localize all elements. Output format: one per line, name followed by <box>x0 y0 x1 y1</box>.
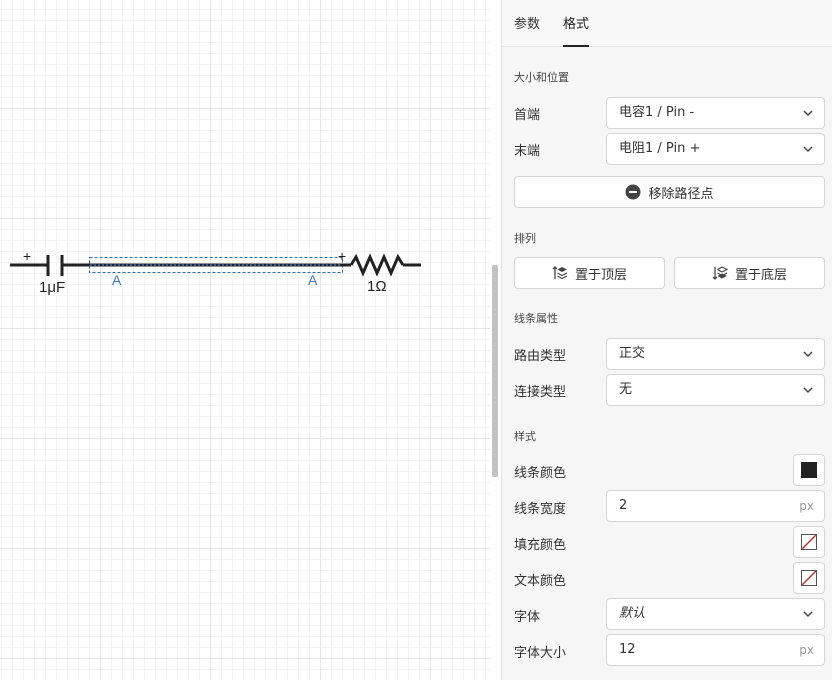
send-to-back-icon <box>712 266 728 280</box>
font-size-label: 字体大小 <box>514 646 567 661</box>
circuit-svg: + 1μF + 1Ω A A <box>10 248 421 296</box>
end-endpoint-value: 电阻1 / Pin + <box>619 141 701 156</box>
no-color-icon <box>801 570 817 586</box>
connection-type-select[interactable]: 无 <box>606 374 825 406</box>
chevron-down-icon <box>803 611 813 618</box>
line-width-input[interactable]: 2 px <box>606 490 825 522</box>
routing-type-value: 正交 <box>619 346 646 361</box>
format-panel: 参数 格式 大小和位置 首端 电容1 / Pin - 末端 电阻1 / Pin … <box>501 0 832 680</box>
bring-to-front-button[interactable]: 置于顶层 <box>514 257 665 289</box>
send-to-back-button[interactable]: 置于底层 <box>674 257 825 289</box>
section-title-line-props: 线条属性 <box>514 312 558 325</box>
resistor-plus-sign: + <box>338 248 346 264</box>
end-endpoint-select[interactable]: 电阻1 / Pin + <box>606 133 825 165</box>
routing-type-label: 路由类型 <box>514 349 567 364</box>
text-color-button[interactable] <box>793 562 825 594</box>
wire-label-end[interactable]: A <box>308 272 318 288</box>
font-size-input[interactable]: 12 px <box>606 634 825 666</box>
send-to-back-label: 置于底层 <box>734 267 787 283</box>
font-label: 字体 <box>514 610 541 625</box>
tab-parameters[interactable]: 参数 <box>514 13 540 46</box>
diagram-canvas[interactable]: + 1μF + 1Ω A A <box>0 0 490 680</box>
end-label: 末端 <box>514 144 541 159</box>
canvas-scrollbar[interactable] <box>492 265 498 477</box>
minus-circle-icon <box>625 184 641 200</box>
fill-color-button[interactable] <box>793 526 825 558</box>
app-root: + 1μF + 1Ω A A 参数 格式 大小和位置 首端 电容1 / Pin … <box>0 0 832 680</box>
chevron-down-icon <box>803 387 813 394</box>
resistor-zigzag[interactable] <box>349 253 405 277</box>
connection-type-label: 连接类型 <box>514 385 567 400</box>
text-color-label: 文本颜色 <box>514 574 567 589</box>
chevron-down-icon <box>803 351 813 358</box>
connection-type-value: 无 <box>619 382 633 397</box>
bring-to-front-icon <box>552 266 568 280</box>
line-color-label: 线条颜色 <box>514 466 567 481</box>
section-title-size-position: 大小和位置 <box>514 71 569 84</box>
remove-waypoints-label: 移除路径点 <box>648 186 714 202</box>
bring-to-front-label: 置于顶层 <box>574 267 627 283</box>
line-width-unit: px <box>799 499 814 513</box>
font-value: 默认 <box>619 606 646 621</box>
chevron-down-icon <box>803 146 813 153</box>
routing-type-select[interactable]: 正交 <box>606 338 825 370</box>
line-width-label: 线条宽度 <box>514 502 567 517</box>
remove-waypoints-button[interactable]: 移除路径点 <box>514 176 825 208</box>
tab-format[interactable]: 格式 <box>563 13 590 47</box>
font-size-unit: px <box>799 643 814 657</box>
line-width-value: 2 <box>619 498 628 513</box>
line-color-button[interactable] <box>793 454 825 486</box>
wire-label-start[interactable]: A <box>112 272 122 288</box>
capacitor-plus-sign: + <box>23 248 31 264</box>
no-color-icon <box>801 534 817 550</box>
start-endpoint-value: 电容1 / Pin - <box>619 105 695 120</box>
section-title-style: 样式 <box>514 430 536 443</box>
font-size-value: 12 <box>619 642 636 657</box>
resistor-value-label: 1Ω <box>367 278 387 295</box>
capacitor-value-label: 1μF <box>39 279 65 296</box>
fill-color-label: 填充颜色 <box>514 538 567 553</box>
line-color-swatch <box>801 462 817 478</box>
start-label: 首端 <box>514 108 541 123</box>
start-endpoint-select[interactable]: 电容1 / Pin - <box>606 97 825 129</box>
panel-tabs: 参数 格式 <box>502 0 832 47</box>
font-select[interactable]: 默认 <box>606 598 825 630</box>
section-title-arrange: 排列 <box>514 232 536 245</box>
chevron-down-icon <box>803 110 813 117</box>
